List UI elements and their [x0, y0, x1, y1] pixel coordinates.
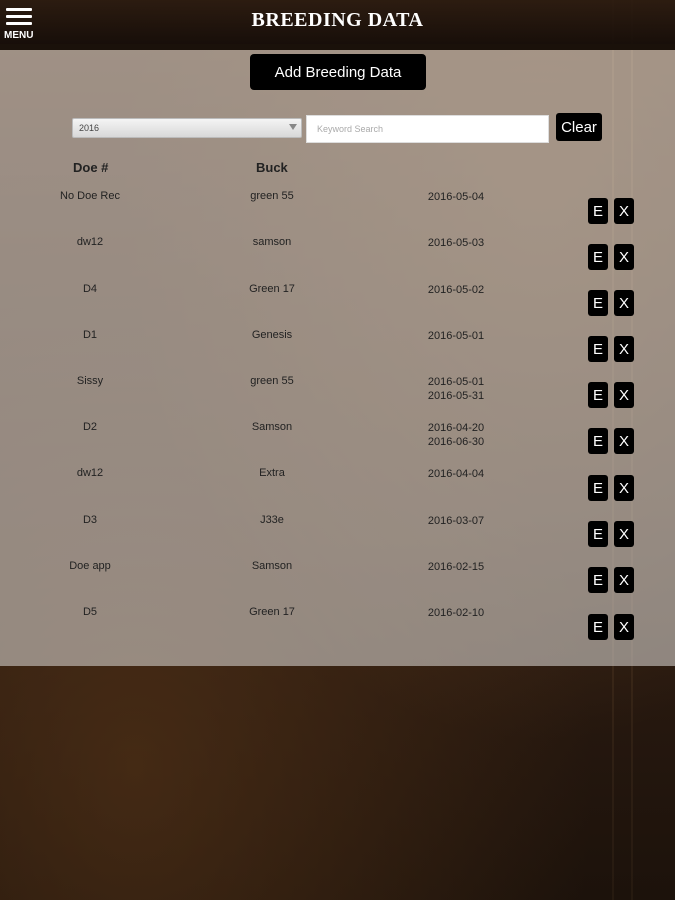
buck-cell: J33e — [260, 514, 284, 526]
column-header-buck: Buck — [256, 160, 288, 175]
edit-button[interactable]: E — [588, 336, 608, 362]
delete-button[interactable]: X — [614, 614, 634, 640]
edit-button[interactable]: E — [588, 244, 608, 270]
page-title: BREEDING DATA — [251, 9, 424, 31]
date-value: 2016-05-03 — [427, 237, 485, 249]
buck-cell: samson — [252, 236, 292, 248]
buck-cell: Samson — [251, 421, 293, 433]
table-row: No Doe Rec green 55 2016-05-04 E X — [0, 190, 675, 236]
column-header-doe: Doe # — [73, 160, 109, 175]
date-value: 2016-04-04 — [427, 468, 485, 480]
doe-cell: Sissy — [76, 375, 104, 387]
app-header: MENU BREEDING DATA — [0, 0, 675, 50]
buck-cell: Green 17 — [249, 606, 295, 618]
buck-cell: green 55 — [250, 375, 294, 387]
date-cell: 2016-05-03 — [400, 236, 512, 250]
buck-cell: Green 17 — [249, 283, 295, 295]
chevron-down-icon — [289, 124, 297, 130]
delete-button[interactable]: X — [614, 567, 634, 593]
table-row: Sissy green 55 2016-05-01 2016-05-31 E X — [0, 375, 675, 421]
doe-cell: Doe app — [69, 560, 111, 572]
keyword-search-input[interactable] — [306, 115, 549, 143]
date-cell: 2016-05-02 — [400, 283, 512, 297]
date-cell: 2016-05-01 — [400, 329, 512, 343]
date-cell: 2016-04-20 2016-06-30 — [400, 421, 512, 449]
add-breeding-data-button[interactable]: Add Breeding Data — [250, 54, 426, 90]
year-select-value: 2016 — [79, 123, 100, 133]
date-cell: 2016-04-04 — [400, 467, 512, 481]
delete-button[interactable]: X — [614, 382, 634, 408]
doe-cell: D4 — [82, 283, 98, 295]
date-cell: 2016-05-01 2016-05-31 — [400, 375, 512, 403]
table-row: D4 Green 17 2016-05-02 E X — [0, 283, 675, 329]
delete-button[interactable]: X — [614, 475, 634, 501]
table-row: D3 J33e 2016-03-07 E X — [0, 514, 675, 560]
edit-button[interactable]: E — [588, 567, 608, 593]
buck-cell: green 55 — [250, 190, 294, 202]
table-row: dw12 samson 2016-05-03 E X — [0, 236, 675, 282]
table-row: Doe app Samson 2016-02-15 E X — [0, 560, 675, 606]
table-row: dw12 Extra 2016-04-04 E X — [0, 467, 675, 513]
date-value: 2016-04-20 — [427, 422, 485, 434]
date-cell: 2016-05-04 — [400, 190, 512, 204]
doe-cell: D2 — [82, 421, 98, 433]
doe-cell: D5 — [82, 606, 98, 618]
date-value: 2016-05-04 — [427, 191, 485, 203]
edit-button[interactable]: E — [588, 428, 608, 454]
table-row: D1 Genesis 2016-05-01 E X — [0, 329, 675, 375]
date-value-secondary: 2016-06-30 — [427, 436, 485, 448]
buck-cell: Samson — [251, 560, 293, 572]
clear-button[interactable]: Clear — [556, 113, 602, 141]
delete-button[interactable]: X — [614, 290, 634, 316]
date-value: 2016-05-02 — [427, 284, 485, 296]
edit-button[interactable]: E — [588, 198, 608, 224]
date-value: 2016-02-10 — [427, 607, 485, 619]
delete-button[interactable]: X — [614, 244, 634, 270]
date-value-secondary: 2016-05-31 — [427, 390, 485, 402]
doe-cell: D3 — [82, 514, 98, 526]
table-row: D2 Samson 2016-04-20 2016-06-30 E X — [0, 421, 675, 467]
doe-cell: dw12 — [76, 467, 104, 479]
buck-cell: Genesis — [251, 329, 293, 341]
date-value: 2016-03-07 — [427, 515, 485, 527]
doe-cell: No Doe Rec — [60, 190, 120, 202]
date-value: 2016-05-01 — [427, 330, 485, 342]
delete-button[interactable]: X — [614, 198, 634, 224]
delete-button[interactable]: X — [614, 336, 634, 362]
date-cell: 2016-02-15 — [400, 560, 512, 574]
date-value: 2016-05-01 — [427, 376, 485, 388]
date-value: 2016-02-15 — [427, 561, 485, 573]
doe-cell: D1 — [82, 329, 98, 341]
date-cell: 2016-02-10 — [400, 606, 512, 620]
edit-button[interactable]: E — [588, 521, 608, 547]
edit-button[interactable]: E — [588, 475, 608, 501]
edit-button[interactable]: E — [588, 382, 608, 408]
edit-button[interactable]: E — [588, 290, 608, 316]
edit-button[interactable]: E — [588, 614, 608, 640]
delete-button[interactable]: X — [614, 521, 634, 547]
table-row: D5 Green 17 2016-02-10 E X — [0, 606, 675, 652]
delete-button[interactable]: X — [614, 428, 634, 454]
year-select[interactable]: 2016 — [72, 118, 302, 138]
buck-cell: Extra — [259, 467, 285, 479]
date-cell: 2016-03-07 — [400, 514, 512, 528]
doe-cell: dw12 — [76, 236, 104, 248]
